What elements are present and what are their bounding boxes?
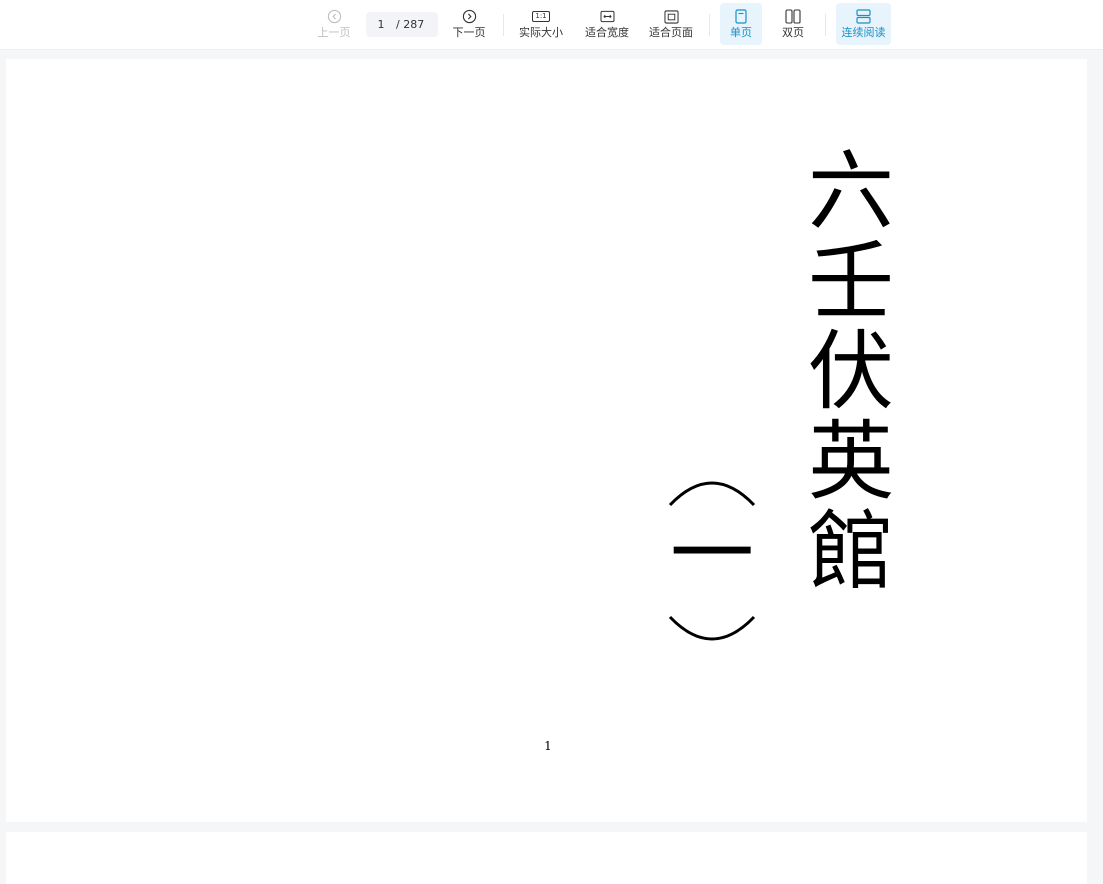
- prev-page-button[interactable]: 上一页: [312, 3, 356, 45]
- page-number: 1: [544, 739, 552, 753]
- toolbar-divider: [503, 14, 504, 36]
- fit-width-button[interactable]: 适合宽度: [580, 3, 634, 45]
- continuous-reading-button[interactable]: 连续阅读: [836, 3, 891, 45]
- toolbar-divider: [825, 14, 826, 36]
- document-page-next: [6, 832, 1087, 884]
- one-to-one-icon: 1:1: [532, 9, 550, 25]
- fit-page-label: 适合页面: [649, 25, 693, 39]
- title-char: 伏: [808, 322, 894, 422]
- fit-width-label: 适合宽度: [585, 25, 629, 39]
- vertical-book-title: 六 壬 伏 英 館: [796, 147, 906, 597]
- document-page: 六 壬 伏 英 館 一 1: [6, 59, 1087, 822]
- next-page-button[interactable]: 下一页: [447, 3, 491, 45]
- actual-size-label: 实际大小: [519, 25, 563, 39]
- total-pages-label: / 287: [396, 18, 425, 31]
- fit-width-icon: [599, 9, 615, 25]
- volume-marker: 一: [662, 469, 762, 649]
- single-page-icon: [733, 9, 749, 25]
- toolbar: 上一页 / 287 下一页 1:1 实际大小 适合宽度 适合页面 单页: [0, 0, 1103, 50]
- page-indicator: / 287: [366, 12, 438, 37]
- chevron-left-circle-icon: [326, 9, 342, 25]
- next-page-label: 下一页: [452, 25, 486, 39]
- continuous-reading-label: 连续阅读: [841, 25, 886, 39]
- page-number-input[interactable]: [366, 18, 396, 31]
- chevron-right-circle-icon: [461, 9, 477, 25]
- double-page-icon: [785, 9, 801, 25]
- single-page-button[interactable]: 单页: [720, 3, 762, 45]
- volume-number: 一: [669, 505, 754, 603]
- prev-page-label: 上一页: [317, 25, 351, 39]
- actual-size-button[interactable]: 1:1 实际大小: [514, 3, 568, 45]
- toolbar-divider: [709, 14, 710, 36]
- fit-page-icon: [663, 9, 679, 25]
- double-page-label: 双页: [782, 25, 804, 39]
- fit-page-button[interactable]: 适合页面: [644, 3, 698, 45]
- title-char: 館: [808, 502, 894, 602]
- single-page-label: 单页: [730, 25, 752, 39]
- double-page-button[interactable]: 双页: [772, 3, 814, 45]
- title-char: 六: [808, 142, 894, 242]
- title-char: 英: [808, 412, 894, 512]
- continuous-scroll-icon: [856, 9, 872, 25]
- title-char: 壬: [808, 232, 894, 332]
- document-viewer[interactable]: 六 壬 伏 英 館 一 1: [0, 51, 1103, 884]
